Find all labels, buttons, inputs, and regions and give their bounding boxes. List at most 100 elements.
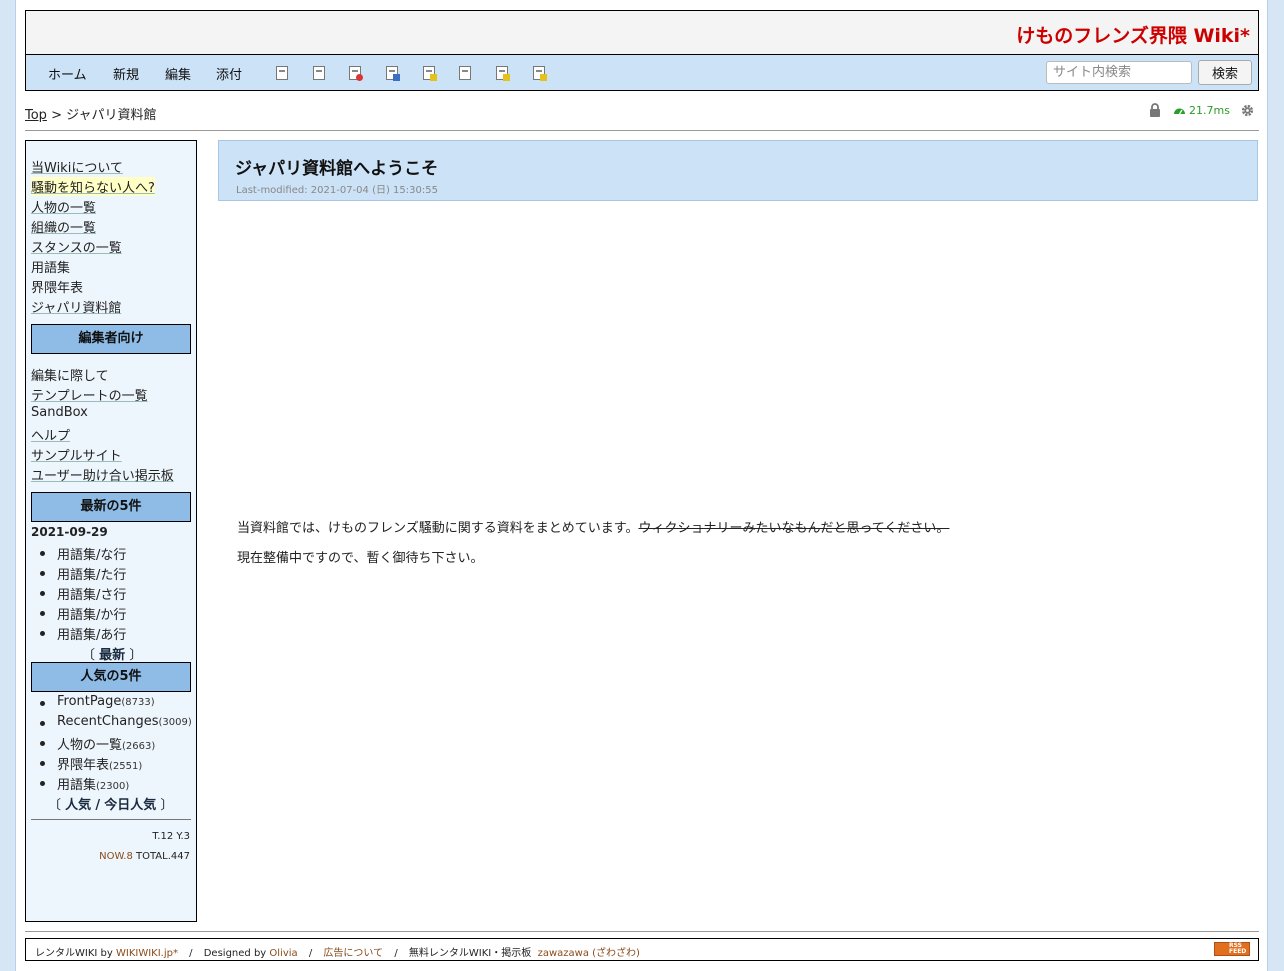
paragraph-text: 当資料館では、けものフレンズ騒動に関する資料をまとめています。: [237, 521, 639, 536]
save-icon[interactable]: [386, 66, 400, 81]
rss-feed-icon[interactable]: RSS FEED: [1214, 942, 1250, 956]
popular-item[interactable]: RecentChanges(3009): [57, 714, 192, 729]
search-input[interactable]: [1046, 61, 1192, 84]
delete-icon[interactable]: [349, 66, 363, 81]
sidebar-divider: [31, 819, 191, 820]
popular-heading: 人気の5件: [31, 662, 191, 692]
bullet: [40, 571, 45, 576]
sidebar-item-sandbox[interactable]: SandBox: [31, 405, 88, 420]
sidebar-item-user-board[interactable]: ユーザー助け合い掲示板: [31, 465, 174, 484]
breadcrumb-top[interactable]: Top: [25, 108, 47, 123]
bullet: [40, 631, 45, 636]
lock-icon[interactable]: [1149, 103, 1161, 117]
footer-sep: /: [394, 948, 398, 959]
popular-item-name[interactable]: 用語集: [57, 778, 96, 793]
nav-attach[interactable]: 添付: [216, 64, 242, 83]
counter-now: NOW.8: [99, 851, 133, 862]
popular-item[interactable]: 界隈年表(2551): [57, 754, 142, 773]
popular-item[interactable]: FrontPage(8733): [57, 694, 155, 709]
bullet: [40, 721, 45, 726]
sidebar-item-stances[interactable]: スタンスの一覧: [31, 237, 122, 256]
bullet: [40, 761, 45, 766]
sidebar-item-about[interactable]: 当Wikiについて: [31, 157, 123, 176]
popular-item-name[interactable]: FrontPage: [57, 694, 121, 709]
counter-today-yesterday: T.12 Y.3: [152, 831, 190, 842]
wikiwiki-link[interactable]: WIKIWIKI.jp*: [116, 948, 178, 959]
popular-item-name[interactable]: 界隈年表: [57, 758, 109, 773]
today-popular-link[interactable]: 今日人気: [104, 798, 156, 813]
sidebar-item-people[interactable]: 人物の一覧: [31, 197, 96, 216]
site-header: けものフレンズ界隈 Wiki*: [25, 10, 1259, 55]
editor-heading: 編集者向け: [31, 324, 191, 354]
sidebar-item-archive[interactable]: ジャパリ資料館: [31, 297, 121, 316]
popular-item-count: (2551): [109, 761, 143, 772]
nav-home[interactable]: ホーム: [48, 64, 87, 83]
designed-label: Designed by: [203, 948, 267, 959]
recent-item[interactable]: 用語集/さ行: [57, 584, 126, 603]
popular-item[interactable]: 用語集(2300): [57, 774, 129, 793]
sidebar-item-glossary[interactable]: 用語集: [31, 257, 70, 276]
free-rental-label: 無料レンタルWIKI・掲示板: [408, 948, 532, 959]
recent-item[interactable]: 用語集/た行: [57, 564, 126, 583]
gear-icon[interactable]: [1241, 104, 1254, 117]
sidebar-item-templates[interactable]: テンプレートの一覧: [31, 385, 148, 404]
nav-new[interactable]: 新規: [113, 64, 139, 83]
content-paragraph-1: 当資料館では、けものフレンズ騒動に関する資料をまとめています。ウィクショナリーみ…: [237, 517, 949, 536]
folder-icon[interactable]: [423, 66, 437, 81]
bullet: [40, 741, 45, 746]
content-paragraph-2: 現在整備中ですので、暫く御待ち下さい。: [237, 551, 484, 566]
popular-item[interactable]: 人物の一覧(2663): [57, 734, 155, 753]
popular-more-link[interactable]: 人気: [65, 798, 91, 813]
last-modified: Last-modified: 2021-07-04 (日) 15:30:55: [236, 185, 438, 196]
sidebar: 当Wikiについて 騒動を知らない人へ? 人物の一覧 組織の一覧 スタンスの一覧…: [25, 140, 197, 922]
recent-item[interactable]: 用語集/か行: [57, 604, 126, 623]
recent-more: 〔 最新 〕: [82, 644, 142, 663]
sidebar-item-help[interactable]: ヘルプ: [31, 425, 70, 444]
breadcrumb-separator: >: [51, 108, 62, 123]
recent-more-link[interactable]: 最新: [99, 648, 125, 663]
bracket-left: 〔: [82, 648, 96, 663]
sidebar-item-timeline[interactable]: 界隈年表: [31, 277, 83, 296]
counter-now-total: NOW.8 TOTAL.447: [99, 851, 190, 862]
popular-item-name[interactable]: RecentChanges: [57, 714, 158, 729]
navbar: ホーム 新規 編集 添付 検索: [25, 54, 1259, 91]
breadcrumb: Top > ジャパリ資料館: [25, 104, 156, 123]
recent-item[interactable]: 用語集/あ行: [57, 624, 126, 643]
bullet: [40, 551, 45, 556]
site-title[interactable]: けものフレンズ界隈 Wiki*: [1016, 21, 1250, 48]
pages-icon[interactable]: [459, 66, 471, 80]
zawazawa-link[interactable]: zawazawa (ざわざわ): [538, 948, 640, 959]
recent-item[interactable]: 用語集/な行: [57, 544, 126, 563]
bullet: [40, 701, 45, 706]
designer-link[interactable]: Olivia: [269, 948, 297, 959]
popular-more-sep: /: [95, 798, 101, 813]
footer-sep: /: [308, 948, 313, 959]
footer-divider: [25, 931, 1259, 932]
sidebar-item-sample-site[interactable]: サンプルサイト: [31, 445, 122, 464]
bullet: [40, 611, 45, 616]
header-divider: [25, 130, 1259, 131]
help-icon[interactable]: [533, 66, 547, 81]
popular-item-name[interactable]: 人物の一覧: [57, 738, 122, 753]
new-page-icon[interactable]: [496, 66, 510, 81]
diff-icon[interactable]: [313, 66, 325, 80]
content-title-box: ジャパリ資料館へようこそ Last-modified: 2021-07-04 (…: [218, 140, 1258, 201]
page-title: ジャパリ資料館へようこそ: [235, 159, 439, 179]
breadcrumb-current: ジャパリ資料館: [66, 108, 157, 123]
struck-text: ウィクショナリーみたいなもんだと思ってください。: [638, 521, 950, 536]
sidebar-item-editing-guide[interactable]: 編集に際して: [31, 365, 109, 384]
bracket-right: 〕: [129, 648, 143, 663]
sidebar-item-newcomers[interactable]: 騒動を知らない人へ?: [31, 177, 155, 196]
speedometer-icon: [1174, 108, 1185, 115]
nav-edit[interactable]: 編集: [165, 64, 191, 83]
sidebar-item-organizations[interactable]: 組織の一覧: [31, 217, 96, 236]
ads-link[interactable]: 広告について: [323, 948, 383, 959]
counter-total: TOTAL.447: [136, 851, 190, 862]
bracket-right: 〕: [160, 798, 174, 813]
recent-date: 2021-09-29: [31, 525, 108, 539]
search-button[interactable]: 検索: [1198, 60, 1252, 85]
popular-item-count: (2663): [122, 741, 156, 752]
popular-item-count: (3009): [158, 717, 192, 728]
popular-item-count: (8733): [121, 697, 155, 708]
copy-page-icon[interactable]: [276, 66, 288, 80]
